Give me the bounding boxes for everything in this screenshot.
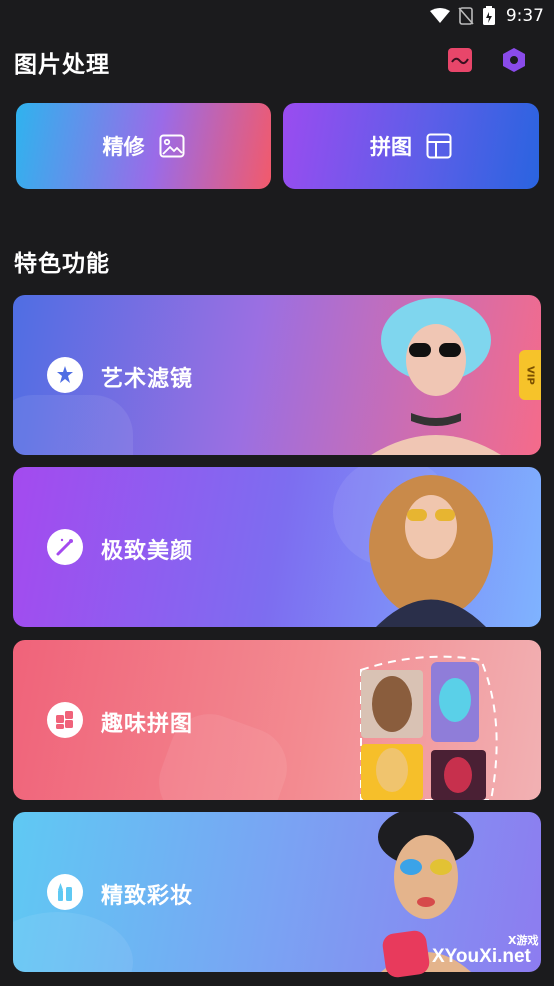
feature-card-art-filter[interactable]: 艺术滤镜 VIP	[13, 295, 541, 455]
wave-icon	[448, 48, 472, 72]
wave-button[interactable]	[446, 46, 474, 74]
magic-filter-icon	[47, 357, 83, 393]
gamepad-logo-icon	[381, 929, 431, 979]
vip-badge: VIP	[519, 350, 541, 400]
battery-icon	[482, 6, 495, 25]
watermark-logo: X游戏 XYouXi.net	[380, 928, 550, 984]
feature-label: 极致美颜	[101, 539, 194, 564]
collage-photos	[360, 655, 498, 800]
model-photo	[369, 475, 493, 627]
feature-label: 精致彩妆	[101, 884, 194, 909]
page-title: 图片处理	[14, 52, 110, 78]
collage-button[interactable]: 拼图	[283, 103, 539, 189]
magic-wand-icon	[47, 529, 83, 565]
wifi-icon	[429, 8, 450, 23]
feature-card-fun-collage[interactable]: 趣味拼图	[13, 640, 541, 800]
feature-label: 艺术滤镜	[101, 367, 194, 392]
retouch-button[interactable]: 精修	[16, 103, 271, 189]
feature-label: 趣味拼图	[101, 712, 194, 737]
model-photo	[371, 298, 501, 455]
puzzle-grid-icon	[47, 702, 83, 738]
decor-shape	[13, 395, 133, 455]
layout-icon	[426, 133, 452, 159]
makeup-brush-icon	[47, 874, 83, 910]
section-title: 特色功能	[14, 251, 110, 277]
retouch-label: 精修	[102, 135, 145, 159]
status-bar: 9:37	[0, 0, 554, 32]
app-header: 图片处理	[0, 40, 554, 80]
settings-button[interactable]	[500, 46, 528, 74]
collage-label: 拼图	[370, 135, 412, 159]
status-time: 9:37	[505, 6, 544, 26]
status-icons: 9:37	[429, 6, 544, 26]
no-signal-icon	[458, 7, 474, 25]
watermark-text: XYouXi.net	[432, 946, 531, 967]
hexagon-settings-icon	[503, 48, 525, 72]
feature-card-beauty[interactable]: 极致美颜	[13, 467, 541, 627]
decor-shape	[13, 912, 133, 972]
image-icon	[159, 134, 184, 158]
